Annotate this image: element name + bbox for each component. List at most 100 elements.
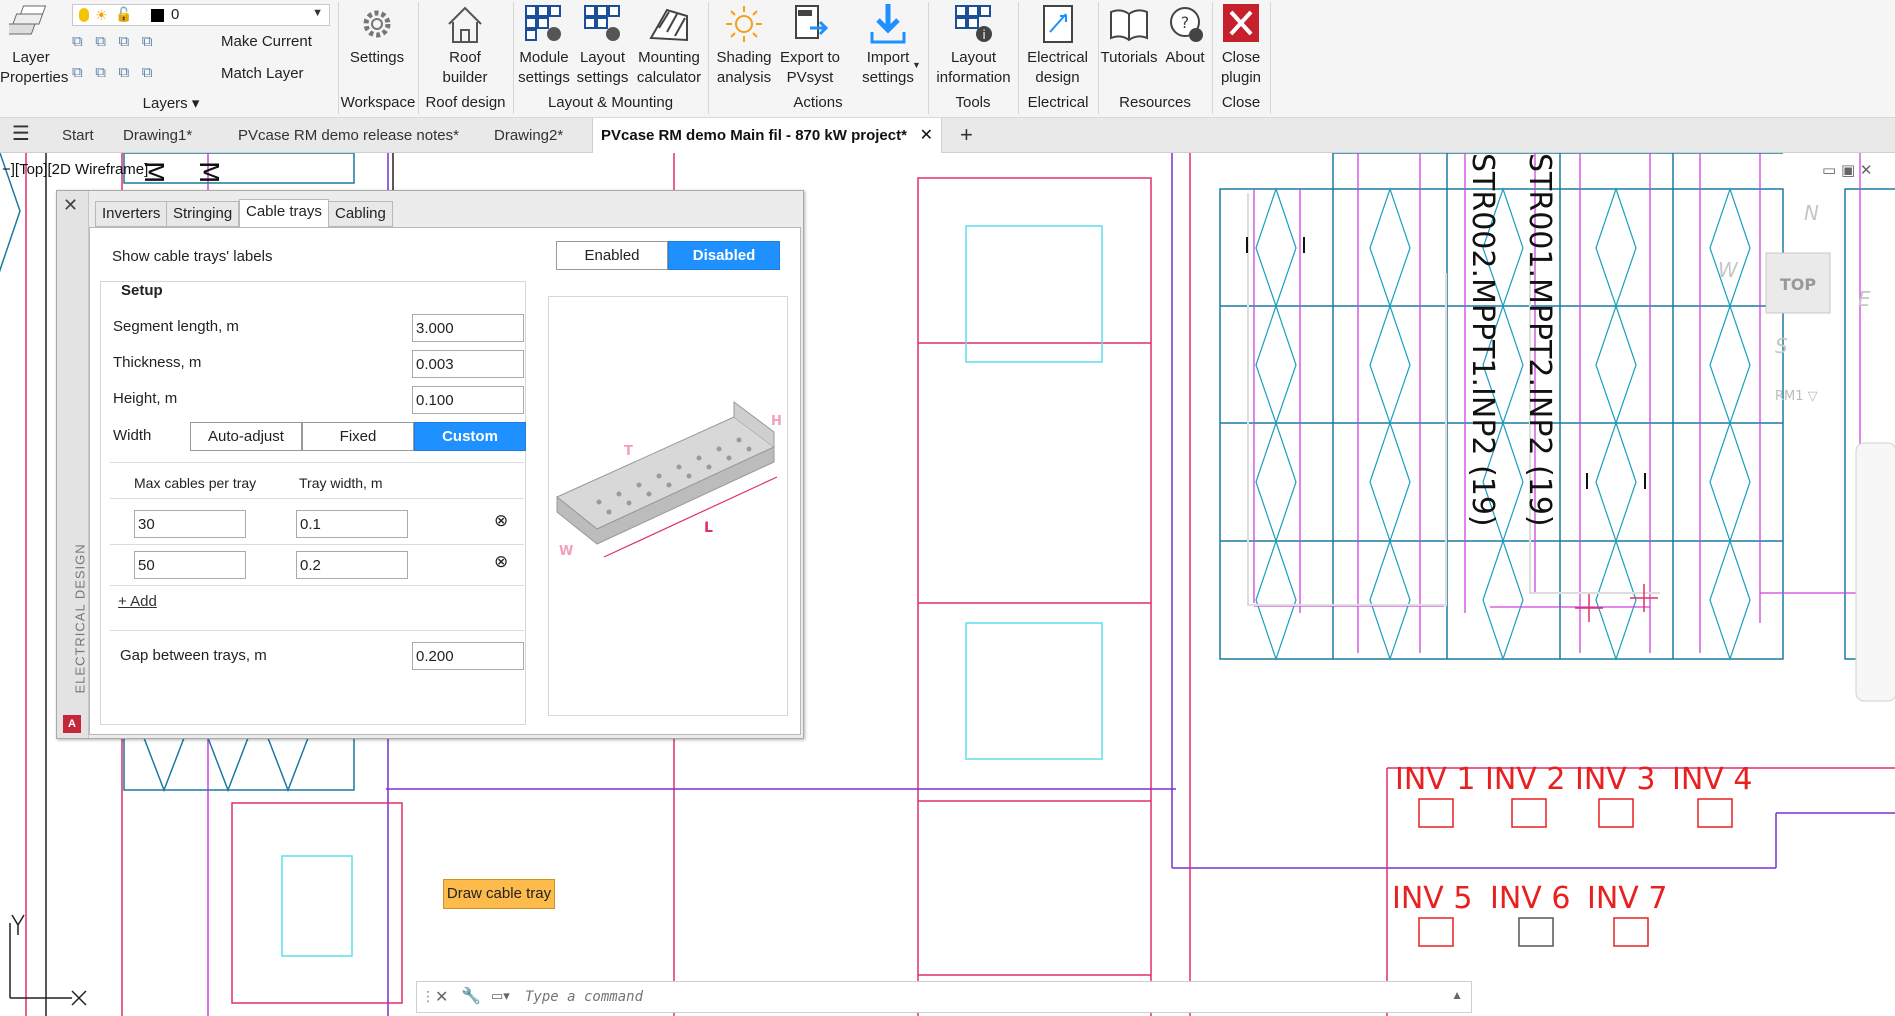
bulb-icon (79, 8, 89, 22)
viewport-window-controls[interactable]: ▭ ▣ ✕ (1822, 161, 1872, 179)
dim-t-label: T (624, 444, 633, 459)
segment-length-input[interactable] (412, 314, 524, 342)
layer-properties-button[interactable]: Layer Properties (0, 2, 69, 90)
coordinate-system-dropdown[interactable]: RM1 ▽ (1775, 389, 1818, 404)
disabled-option[interactable]: Disabled (668, 241, 780, 270)
command-input[interactable] (525, 986, 1425, 1008)
document-tab-bar: ☰ Start Drawing1* PVcase RM demo release… (0, 118, 1895, 153)
viewport-controls-label[interactable]: −][Top][2D Wireframe] (2, 161, 148, 178)
draw-cable-tray-button[interactable]: Draw cable tray (443, 879, 555, 909)
tutorials-button[interactable]: Tutorials (1100, 2, 1158, 90)
viewcube[interactable]: N W E S TOP RM1 ▽ (1718, 201, 1895, 702)
tab-start[interactable]: Start (54, 118, 102, 153)
tab-cabling[interactable]: Cabling (328, 201, 393, 227)
inverter-label: INV 5 (1392, 881, 1472, 916)
palette-side-title: ELECTRICAL DESIGN (72, 543, 88, 694)
dim-h-label: H (771, 414, 782, 429)
tray-width-input[interactable] (296, 510, 408, 538)
command-history-icon[interactable]: ▭▾ (491, 988, 510, 1004)
tab-inverters[interactable]: Inverters (95, 201, 168, 227)
close-icon (1223, 4, 1259, 42)
layer-tool-icon[interactable]: ⧉ (142, 64, 153, 81)
layer-tool-icon[interactable]: ⧉ (142, 33, 153, 50)
layer-dropdown[interactable]: ☀ 🔓 0 ▼ (72, 4, 330, 26)
import-settings-button[interactable]: Import settings (852, 2, 924, 90)
inverter-label: INV 6 (1490, 881, 1570, 916)
custom-option[interactable]: Custom (414, 422, 526, 451)
tab-drawing2[interactable]: Drawing2* (486, 118, 571, 153)
new-tab-icon[interactable]: + (952, 118, 981, 153)
electrical-design-label: Electrical design (1027, 49, 1088, 86)
menu-icon[interactable]: ☰ (4, 118, 38, 153)
inverter-label: INV 2 (1485, 762, 1565, 797)
layer-tool-icon[interactable]: ⧉ (95, 33, 106, 50)
layer-tools-row2: ⧉ ⧉ ⧉ ⧉ (72, 64, 212, 84)
unlock-icon: 🔓 (115, 6, 133, 22)
close-plugin-label: Close plugin (1220, 49, 1262, 86)
layout-information-button[interactable]: i Layout information (931, 2, 1016, 90)
roof-design-group-label: Roof design (425, 94, 506, 111)
electrical-design-button[interactable]: Electrical design (1020, 2, 1095, 90)
make-current-button[interactable]: Make Current (221, 33, 312, 50)
thickness-label: Thickness, m (113, 354, 202, 371)
tools-group-label: Tools (955, 94, 991, 111)
layers-group-label[interactable]: Layers ▾ (96, 94, 246, 114)
settings-button[interactable]: Settings (342, 2, 412, 90)
layer-properties-label: Layer Properties (0, 49, 69, 86)
layer-tool-icon[interactable]: ⧉ (72, 64, 83, 81)
match-layer-button[interactable]: Match Layer (221, 65, 304, 82)
chevron-down-icon[interactable]: ▼ (912, 60, 921, 70)
electrical-icon (1042, 5, 1073, 43)
export-pvsyst-button[interactable]: Export to PVsyst (778, 2, 842, 90)
export-pvsyst-label: Export to PVsyst (779, 49, 841, 86)
thickness-input[interactable] (412, 350, 524, 378)
gap-between-trays-label: Gap between trays, m (120, 647, 267, 664)
gap-between-trays-input[interactable] (412, 642, 524, 670)
layer-tool-icon[interactable]: ⧉ (72, 33, 83, 50)
export-icon (795, 5, 829, 39)
add-row-link[interactable]: + Add (118, 593, 157, 610)
shading-analysis-label: Shading analysis (716, 49, 772, 86)
remove-row-icon[interactable]: ⊗ (494, 511, 508, 531)
close-tab-icon[interactable]: ✕ (920, 118, 933, 153)
tab-drawing1[interactable]: Drawing1* (115, 118, 200, 153)
close-icon[interactable]: ✕ (435, 987, 448, 1007)
mounting-calculator-button[interactable]: Mounting calculator (633, 2, 705, 90)
dim-w-label: W (559, 544, 573, 559)
tab-active-project[interactable]: PVcase RM demo Main fil - 870 kW project… (592, 118, 942, 153)
tray-width-input[interactable] (296, 551, 408, 579)
close-icon[interactable]: ✕ (63, 195, 78, 215)
auto-adjust-option[interactable]: Auto-adjust (190, 422, 302, 451)
chevron-up-icon[interactable]: ▲ (1451, 988, 1463, 1002)
grip-icon[interactable]: ⋮ (421, 988, 435, 1005)
enabled-option[interactable]: Enabled (556, 241, 668, 270)
shading-analysis-button[interactable]: Shading analysis (711, 2, 777, 90)
layer-name: 0 (171, 6, 180, 23)
wrench-icon[interactable]: 🔧 (461, 986, 481, 1006)
max-cables-input[interactable] (134, 510, 246, 538)
string-label: STR002.MPPT1.INP2 (19) (1465, 153, 1500, 527)
viewcube-top[interactable]: TOP (1780, 275, 1817, 294)
actions-group-label: Actions (793, 94, 843, 111)
fixed-option[interactable]: Fixed (302, 422, 414, 451)
max-cables-input[interactable] (134, 551, 246, 579)
layer-tool-icon[interactable]: ⧉ (95, 64, 106, 81)
remove-row-icon[interactable]: ⊗ (494, 552, 508, 572)
tab-release-notes[interactable]: PVcase RM demo release notes* (230, 118, 467, 153)
height-input[interactable] (412, 386, 524, 414)
close-plugin-button[interactable]: Close plugin (1214, 2, 1268, 90)
layer-tool-icon[interactable]: ⧉ (118, 64, 129, 81)
module-settings-button[interactable]: Module settings (515, 2, 573, 90)
roof-builder-button[interactable]: Roof builder (425, 2, 505, 90)
mounting-icon (649, 8, 688, 42)
layer-tools-row1: ⧉ ⧉ ⧉ ⧉ (72, 33, 212, 53)
tab-stringing[interactable]: Stringing (166, 201, 240, 227)
width-label: Width (113, 427, 152, 444)
layer-color-swatch (151, 9, 164, 22)
layer-tool-icon[interactable]: ⧉ (118, 33, 129, 50)
layout-settings-button[interactable]: Layout settings (575, 2, 630, 90)
tab-cable-trays[interactable]: Cable trays (239, 199, 329, 228)
resources-group-label: Resources (1119, 94, 1191, 111)
about-button[interactable]: ? About (1160, 2, 1210, 90)
divider (110, 498, 524, 499)
